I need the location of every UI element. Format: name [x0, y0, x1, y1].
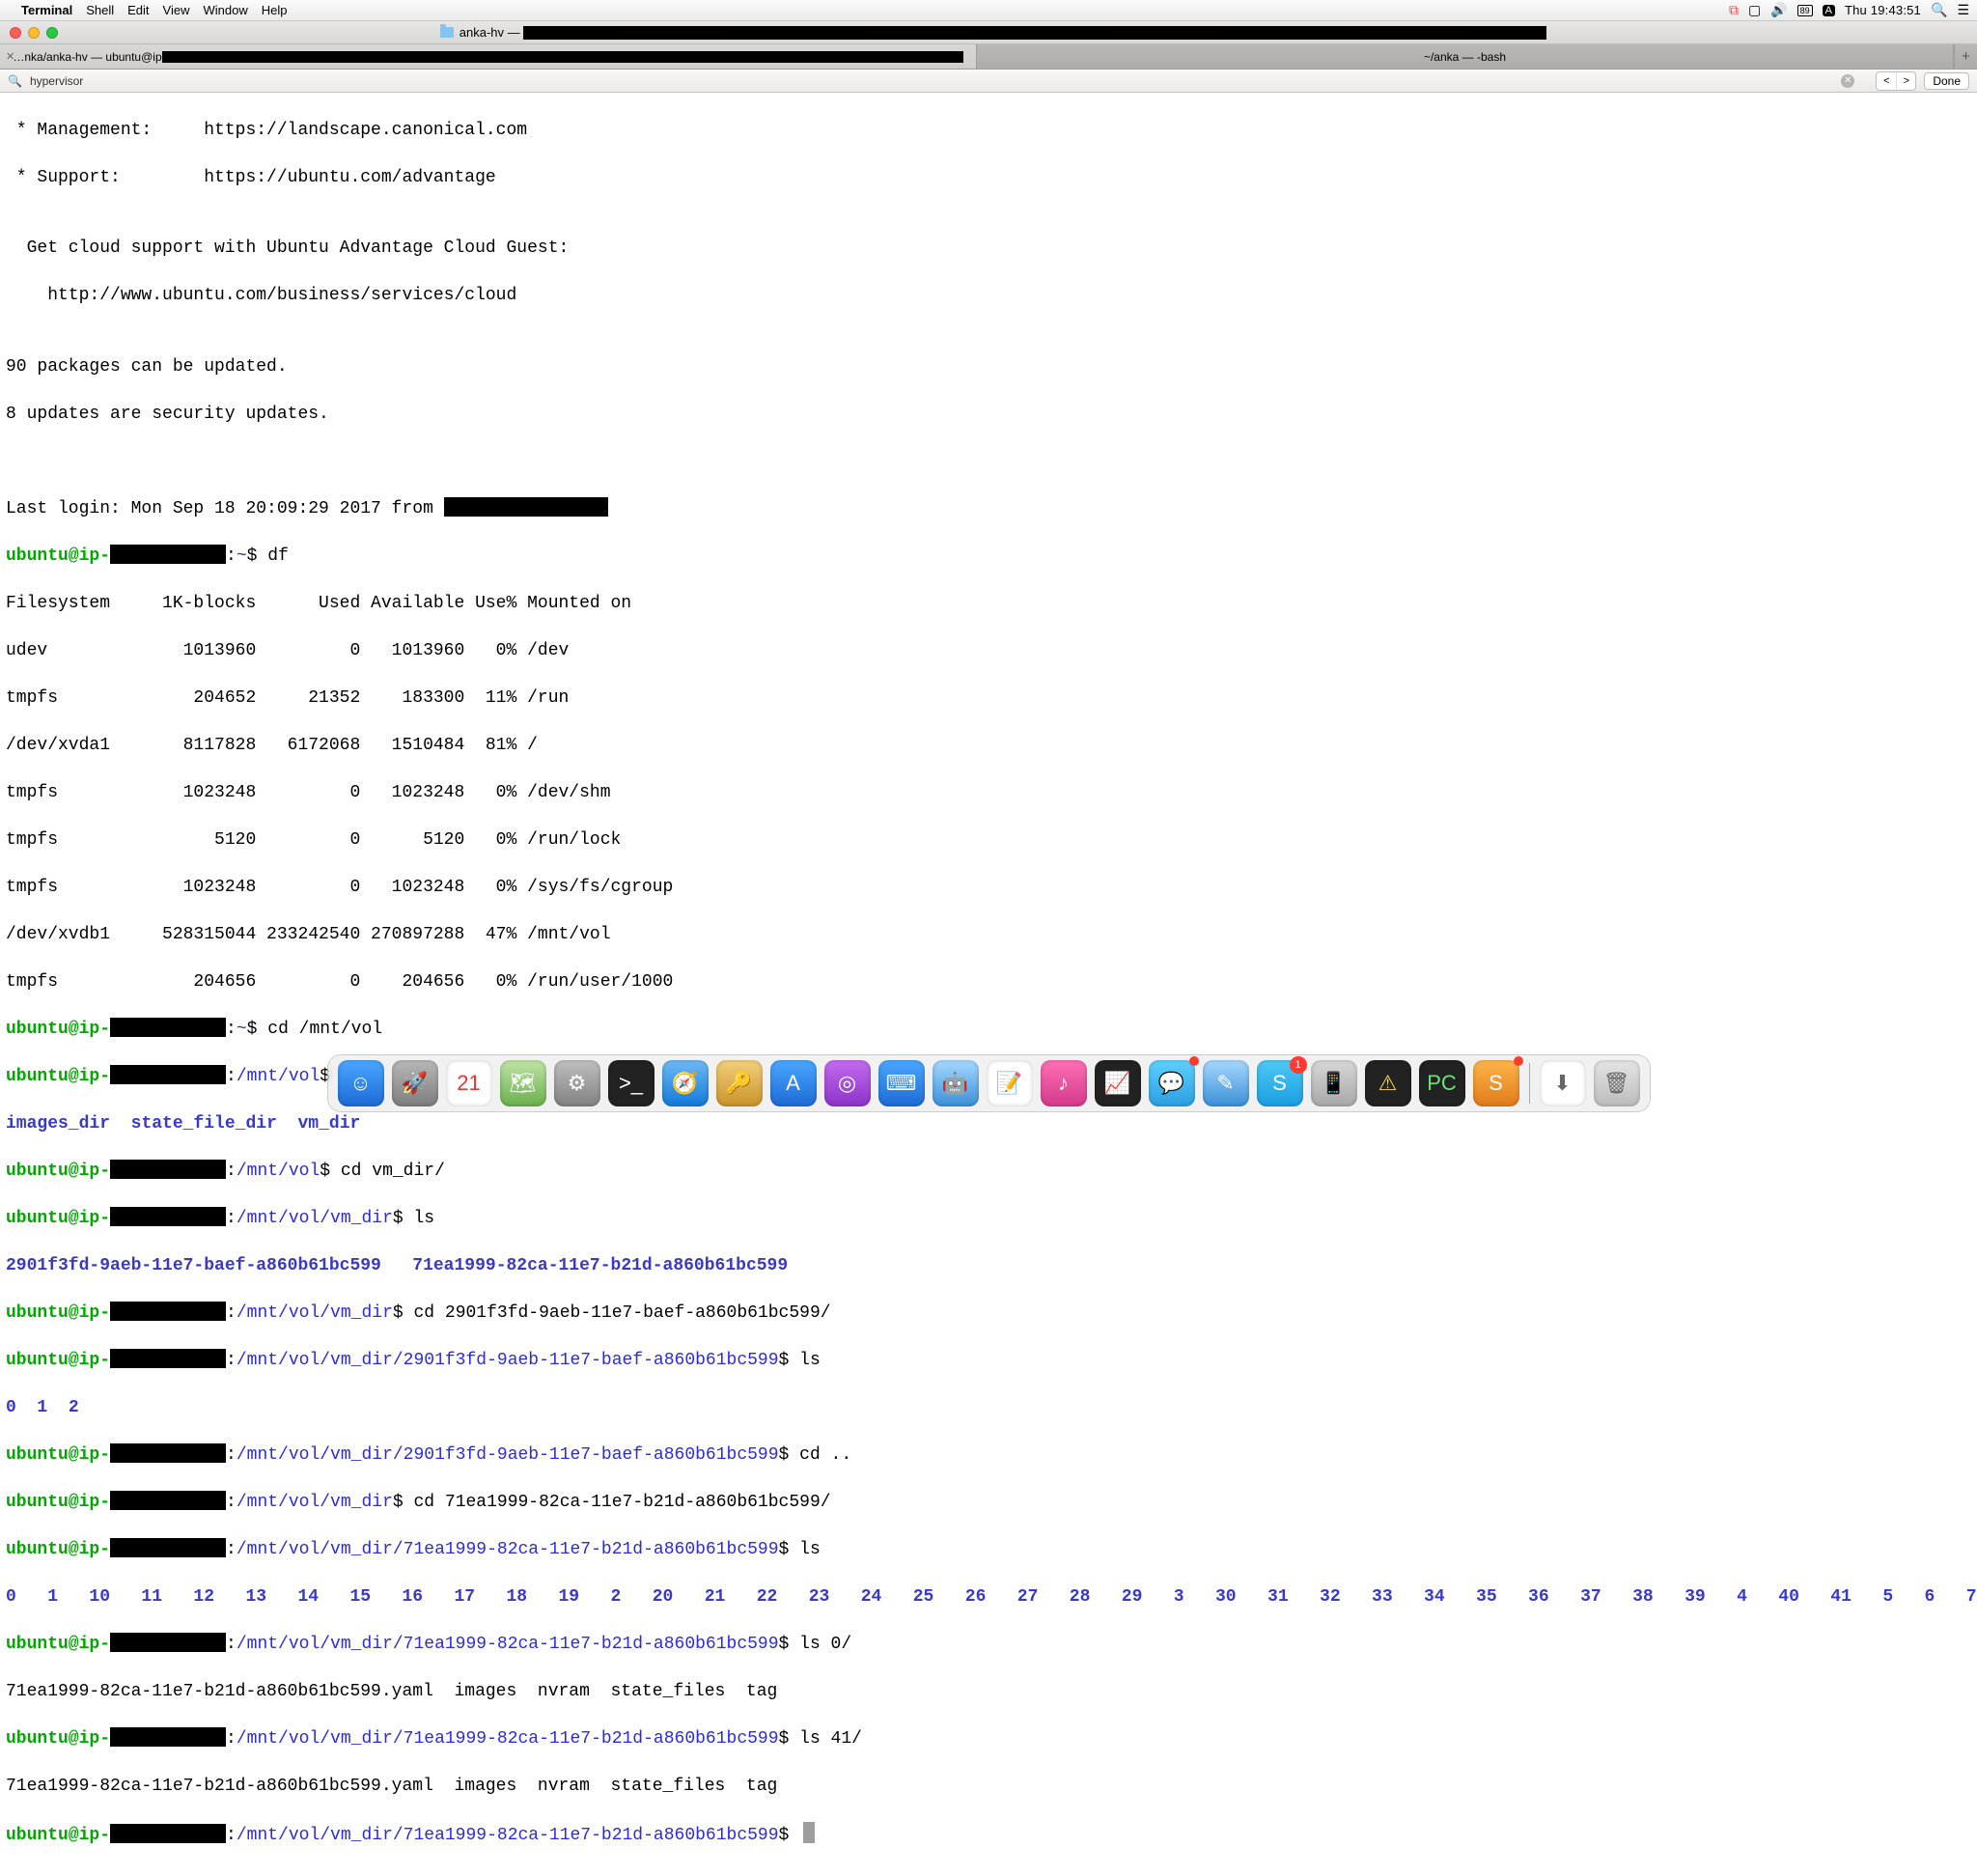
dock-app-launchpad[interactable]: 🚀	[392, 1060, 438, 1106]
dock-app-keychain[interactable]: 🔑	[716, 1060, 763, 1106]
status-icon-1[interactable]: ⧉	[1729, 2, 1739, 18]
dock-app-automator[interactable]: 🤖	[933, 1060, 979, 1106]
menu-shell[interactable]: Shell	[86, 3, 114, 17]
dock-app-downloads[interactable]: ⬇	[1540, 1060, 1586, 1106]
spotlight-icon[interactable]: 🔍	[1931, 2, 1947, 18]
dock-app-terminal[interactable]: >_	[608, 1060, 654, 1106]
clear-search-button[interactable]: ✕	[1841, 74, 1854, 88]
notification-center-icon[interactable]: ☰	[1957, 2, 1969, 18]
dock-app-sublime[interactable]: S	[1473, 1060, 1519, 1106]
tab-close-icon[interactable]: ✕	[6, 50, 14, 63]
dock-app-calendar[interactable]: 21	[446, 1060, 492, 1106]
menu-help[interactable]: Help	[262, 3, 288, 17]
dock-app-itunes[interactable]: ♪	[1041, 1060, 1087, 1106]
terminal-content[interactable]: * Management: https://landscape.canonica…	[0, 93, 1977, 1876]
find-next-button[interactable]: >	[1896, 72, 1915, 90]
dock: ☺🚀21🗺⚙>_🧭🔑A◎⌨🤖📝♪📈💬✎S1📱⚠PCS ⬇🗑	[327, 1054, 1651, 1112]
dock-app-appstore[interactable]: A	[770, 1060, 817, 1106]
tab-2[interactable]: ~/anka — -bash	[977, 44, 1954, 69]
dock-app-simulator[interactable]: 📱	[1311, 1060, 1357, 1106]
dock-app-finder[interactable]: ☺	[338, 1060, 384, 1106]
airplay-icon[interactable]: ▢	[1748, 2, 1761, 18]
window-close-button[interactable]	[10, 27, 21, 39]
dock-app-activity[interactable]: 📈	[1095, 1060, 1141, 1106]
terminal-tab-bar: ✕ …nka/anka-hv — ubuntu@ip ~/anka — -bas…	[0, 44, 1977, 70]
dock-app-maps[interactable]: 🗺	[500, 1060, 546, 1106]
volume-icon[interactable]: 🔊	[1770, 2, 1787, 18]
menu-clock[interactable]: Thu 19:43:51	[1845, 3, 1921, 17]
find-bar: 🔍 ✕ < > Done	[0, 70, 1977, 93]
dock-app-preferences[interactable]: ⚙	[554, 1060, 600, 1106]
dock-app-notes[interactable]: ✎	[1203, 1060, 1249, 1106]
dock-app-messages[interactable]: 💬	[1149, 1060, 1195, 1106]
window-title: anka-hv —	[459, 25, 1546, 41]
macos-menu-bar: Terminal Shell Edit View Window Help ⧉ ▢…	[0, 0, 1977, 21]
battery-icon[interactable]: 89	[1797, 5, 1813, 16]
window-title-bar: anka-hv —	[0, 21, 1977, 44]
app-name[interactable]: Terminal	[21, 3, 72, 17]
search-icon: 🔍	[8, 74, 22, 88]
menu-window[interactable]: Window	[204, 3, 248, 17]
menu-view[interactable]: View	[163, 3, 190, 17]
find-done-button[interactable]: Done	[1924, 72, 1969, 90]
dock-app-podcasts[interactable]: ◎	[824, 1060, 871, 1106]
new-tab-button[interactable]: +	[1954, 44, 1977, 69]
window-minimize-button[interactable]	[28, 27, 40, 39]
window-zoom-button[interactable]	[46, 27, 58, 39]
input-source-icon[interactable]: A	[1823, 5, 1835, 16]
dock-app-skype[interactable]: S1	[1257, 1060, 1303, 1106]
folder-icon	[440, 27, 454, 38]
tab-1[interactable]: ✕ …nka/anka-hv — ubuntu@ip	[0, 44, 977, 69]
dock-app-xcode[interactable]: ⌨	[878, 1060, 925, 1106]
terminal-cursor	[803, 1822, 815, 1843]
dock-app-warning[interactable]: ⚠	[1365, 1060, 1411, 1106]
menu-edit[interactable]: Edit	[127, 3, 149, 17]
dock-app-safari[interactable]: 🧭	[662, 1060, 709, 1106]
dock-app-pycharm[interactable]: PC	[1419, 1060, 1465, 1106]
dock-app-trash[interactable]: 🗑	[1594, 1060, 1640, 1106]
find-input[interactable]	[30, 74, 1833, 88]
dock-app-textedit[interactable]: 📝	[987, 1060, 1033, 1106]
find-prev-button[interactable]: <	[1877, 72, 1896, 90]
dock-separator	[1529, 1063, 1530, 1104]
